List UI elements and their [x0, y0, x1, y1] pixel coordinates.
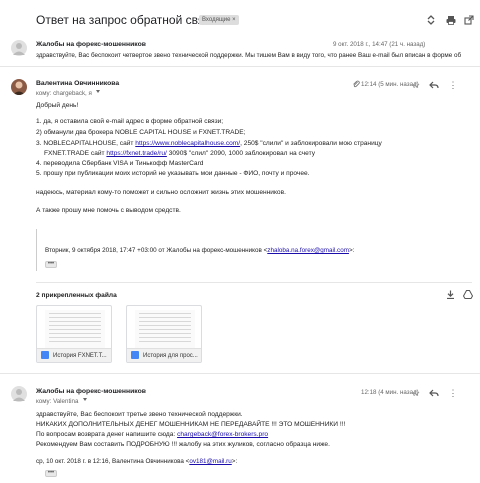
chargeback-email-link[interactable]: chargeback@forex-brokers.pro: [177, 431, 268, 438]
body-line: FXNET.TRADE сайт https://fxnet.trade/ru/…: [44, 150, 315, 157]
noblecapital-link[interactable]: https://www.noblecapitalhouse.com/: [135, 140, 240, 147]
attachment-card[interactable]: История FXNET.T...: [36, 305, 112, 363]
show-trimmed-button[interactable]: •••: [45, 261, 57, 268]
attachment-icon: [352, 80, 360, 88]
body-line: здравствуйте, Вас беспокоит третье звено…: [36, 411, 243, 418]
attachment-card[interactable]: История для прос...: [126, 305, 202, 363]
body-line: 5. прошу при публикации моих историй не …: [36, 170, 310, 177]
body-line: 3. NOBLECAPITALHOUSE, сайт https://www.n…: [36, 140, 382, 147]
body-line: 4. переводила Сбербанк VISA и Тинькофф M…: [36, 160, 204, 167]
inbox-label-badge[interactable]: Входящие ×: [199, 15, 239, 25]
save-to-drive-icon[interactable]: [462, 288, 474, 300]
download-all-icon[interactable]: [444, 288, 456, 300]
quote-header: Вторник, 9 октября 2018, 17:47 +03:00 от…: [45, 247, 355, 254]
star-icon[interactable]: ☆: [410, 79, 422, 91]
message-sender[interactable]: Валентина Овчинникова: [36, 80, 119, 87]
open-new-window-icon[interactable]: [462, 13, 476, 27]
thread-subject: Ответ на запрос обратной связи: [36, 13, 217, 27]
reply-icon[interactable]: [428, 387, 440, 399]
greeting-text: Добрый день!: [36, 102, 79, 109]
message-recipients[interactable]: кому: Valentina: [36, 398, 78, 405]
quote-email-link[interactable]: zhaloba.na.forex@gmail.com: [267, 247, 349, 254]
attachment-preview: [45, 310, 105, 350]
doc-file-icon: [131, 351, 139, 359]
body-line: НИКАКИХ ДОПОЛНИТЕЛЬНЫХ ДЕНЕГ МОШЕННИКАМ …: [36, 421, 346, 428]
attachments-title: 2 прикрепленных файла: [36, 292, 117, 299]
message-recipients[interactable]: кому: chargeback, я: [36, 90, 92, 97]
expand-all-icon[interactable]: [424, 13, 438, 27]
print-icon[interactable]: [444, 13, 458, 27]
quote-header: ср, 10 окт. 2018 г. в 12:16, Валентина О…: [36, 458, 238, 465]
collapsed-sender[interactable]: Жалобы на форекс-мошенников: [36, 41, 146, 48]
show-trimmed-button[interactable]: •••: [45, 470, 57, 477]
body-line: 1. да, я оставила свой e-mail адрес в фо…: [36, 118, 224, 125]
body-line: По вопросам возврата денег напишите сюда…: [36, 431, 269, 438]
collapsed-date: 9 окт. 2018 г., 14:47 (21 ч. назад): [333, 41, 426, 48]
message-sender[interactable]: Жалобы на форекс-мошенников: [36, 388, 146, 395]
fxnet-link[interactable]: https://fxnet.trade/ru/: [106, 150, 166, 157]
avatar: [11, 40, 27, 56]
chevron-down-icon[interactable]: [83, 398, 87, 401]
avatar: [11, 79, 27, 95]
quote-email-link[interactable]: ov181@mail.ru: [189, 458, 231, 465]
body-line: надеюсь, материал кому-то поможет и силь…: [36, 189, 286, 196]
body-line: 2) обманули два брокера NOBLE CAPITAL HO…: [36, 129, 246, 136]
attachment-preview: [135, 310, 195, 350]
more-vert-icon[interactable]: ⋮: [447, 79, 459, 91]
quote-border: [36, 229, 37, 271]
body-line: А также прошу мне помочь с выводом средс…: [36, 207, 181, 214]
divider: [0, 373, 480, 374]
attachment-name: История FXNET.T...: [53, 353, 107, 359]
avatar: [11, 386, 27, 402]
body-line: Рекомендуем Вам составить ПОДРОБНУЮ !!! …: [36, 441, 330, 448]
chevron-down-icon[interactable]: [96, 90, 100, 93]
attachment-name: История для прос...: [143, 353, 198, 359]
divider: [0, 66, 480, 67]
star-icon[interactable]: ☆: [410, 387, 422, 399]
more-vert-icon[interactable]: ⋮: [447, 387, 459, 399]
doc-file-icon: [41, 351, 49, 359]
reply-icon[interactable]: [428, 79, 440, 91]
divider: [36, 282, 472, 283]
collapsed-snippet[interactable]: здравствуйте, Вас беспокоит четвертое зв…: [36, 52, 472, 59]
